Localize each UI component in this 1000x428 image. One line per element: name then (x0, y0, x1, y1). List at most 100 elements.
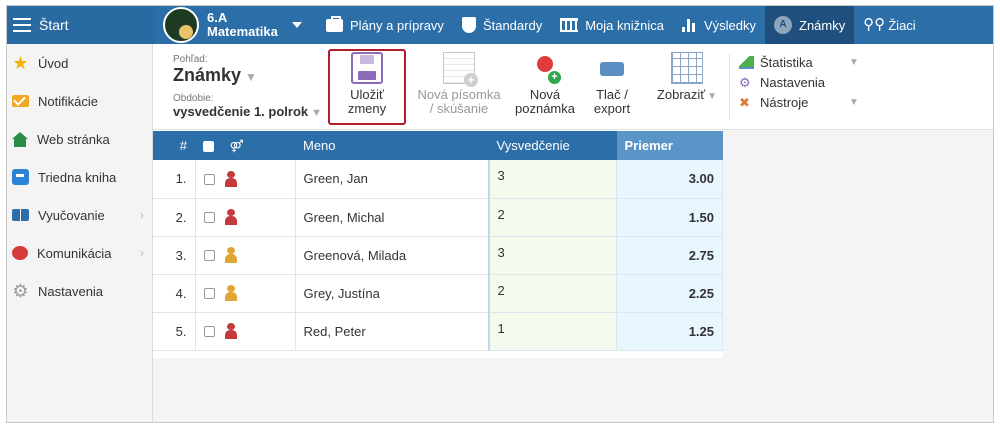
column-header-report[interactable]: Vysvedčenie (488, 131, 617, 160)
column-header-average[interactable]: Priemer (616, 131, 723, 160)
app-window: Štart 6.A Matematika Plány a prípravy Št… (6, 5, 994, 423)
sidebar-item-intro[interactable]: ★ Úvod (7, 44, 152, 82)
chevron-down-icon: ▼ (849, 56, 859, 68)
view-dropdown[interactable]: Známky ▼ (173, 65, 323, 87)
chat-icon (12, 246, 28, 260)
mail-icon (12, 95, 29, 107)
pin-add-icon (529, 52, 561, 84)
male-student-icon (224, 171, 237, 188)
settings-menu[interactable]: ⚙ Nastavenia (739, 72, 859, 92)
class-selector[interactable]: 6.A Matematika (163, 6, 311, 44)
printer-icon (596, 52, 628, 85)
nav-label: Plány a prípravy (350, 17, 444, 33)
sidebar-item-label: Vyučovanie (38, 207, 105, 223)
floppy-disk-icon (351, 52, 383, 84)
sidebar-item-communication[interactable]: Komunikácia › (7, 234, 152, 272)
new-test-label-line2: / skúšanie (429, 101, 489, 116)
new-sheet-icon (443, 52, 478, 87)
student-name[interactable]: Green, Michal (295, 198, 489, 237)
sidebar-item-settings[interactable]: ⚙ Nastavenia (7, 272, 152, 310)
student-name[interactable]: Grey, Justína (295, 274, 489, 313)
grade-cell[interactable]: 1 (487, 312, 617, 351)
row-checkbox[interactable] (203, 325, 215, 337)
column-header-name[interactable]: Meno (295, 131, 489, 160)
top-navigation-bar: Štart 6.A Matematika Plány a prípravy Št… (7, 6, 993, 44)
grade-cell[interactable]: 3 (487, 236, 617, 275)
nav-grades[interactable]: A Známky (765, 6, 855, 44)
print-label-line1: Tlač / (596, 87, 628, 102)
statistics-icon (739, 55, 754, 69)
nav-label: Výsledky (703, 17, 756, 33)
period-label: Obdobie: (173, 93, 214, 104)
row-checkbox[interactable] (203, 249, 215, 261)
gear-icon: ⚙ (12, 281, 29, 301)
grade-cell[interactable]: 2 (487, 198, 617, 237)
start-label: Štart (39, 17, 69, 33)
new-note-button[interactable]: Nová poznámka (511, 52, 579, 122)
student-name[interactable]: Greenová, Milada (295, 236, 489, 275)
library-icon (560, 18, 579, 32)
sidebar-item-label: Web stránka (37, 131, 110, 147)
tools-menu[interactable]: ✖ Nástroje ▼ (739, 92, 859, 112)
table-row: 2. Green, Michal 2 1.50 (153, 198, 723, 237)
class-subject: Matematika (207, 24, 278, 39)
save-changes-button[interactable]: Uložiť zmeny (339, 52, 395, 122)
sidebar-item-class-book[interactable]: Triedna kniha (7, 158, 152, 196)
statistics-label: Štatistika (760, 54, 813, 70)
male-student-icon (224, 323, 237, 340)
students-icon: ⚲⚲ (863, 16, 886, 33)
view-selector: Pohľad: Známky ▼ Obdobie: vysvedčenie 1. … (173, 54, 323, 121)
grade-icon: A (774, 16, 792, 34)
row-number: 1. (153, 160, 196, 199)
row-checkbox[interactable] (203, 173, 215, 185)
empty-bottom-area (153, 358, 993, 422)
nav-students[interactable]: ⚲⚲ Žiaci (854, 6, 924, 44)
nav-plans[interactable]: Plány a prípravy (317, 6, 453, 44)
settings-label: Nastavenia (760, 74, 826, 90)
female-student-icon (224, 247, 237, 264)
nav-library[interactable]: Moja knižnica (551, 6, 673, 44)
select-all-checkbox[interactable] (203, 141, 214, 153)
row-number: 5. (153, 312, 196, 351)
new-test-button[interactable]: Nová písomka / skúšanie (415, 52, 503, 122)
start-menu-button[interactable]: Štart (7, 6, 155, 44)
nav-standards[interactable]: Štandardy (453, 6, 551, 44)
tools-icon: ✖ (739, 94, 750, 110)
row-number: 3. (153, 236, 196, 275)
student-name[interactable]: Red, Peter (295, 312, 489, 351)
chevron-down-icon: ▼ (311, 107, 323, 119)
new-note-label-line1: Nová (529, 87, 561, 102)
view-label: Pohľad: (173, 54, 208, 65)
row-number: 4. (153, 274, 196, 313)
gender-icon: ⚤ (229, 139, 244, 153)
sidebar-item-teaching[interactable]: Vyučovanie › (7, 196, 152, 234)
nav-results[interactable]: Výsledky (673, 6, 765, 44)
print-export-button[interactable]: Tlač / export (585, 52, 639, 122)
sidebar-item-label: Triedna kniha (38, 169, 117, 185)
toolbar-divider (729, 54, 730, 120)
column-header-select: ⚤ (195, 131, 295, 160)
grid-settings-icon (671, 52, 703, 84)
sidebar-item-website[interactable]: Web stránka (7, 120, 152, 158)
view-value: Známky (173, 65, 242, 85)
chevron-right-icon: › (140, 208, 144, 222)
period-dropdown[interactable]: vysvedčenie 1. polrok ▼ (173, 104, 323, 121)
print-label-line2: export (593, 101, 631, 116)
table-row: 3. Greenová, Milada 3 2.75 (153, 236, 723, 275)
table-row: 5. Red, Peter 1 1.25 (153, 312, 723, 351)
tools-label: Nástroje (760, 94, 809, 110)
briefcase-icon (326, 15, 343, 32)
sidebar-item-notifications[interactable]: Notifikácie (7, 82, 152, 120)
home-icon (12, 131, 28, 147)
average-cell: 2.25 (616, 274, 723, 313)
grade-cell[interactable]: 3 (487, 160, 617, 199)
average-cell: 3.00 (616, 160, 723, 199)
row-checkbox[interactable] (203, 211, 215, 223)
toolbar: Pohľad: Známky ▼ Obdobie: vysvedčenie 1. … (153, 44, 993, 130)
grade-cell[interactable]: 2 (487, 274, 617, 313)
new-note-label-line2: poznámka (515, 101, 575, 116)
student-name[interactable]: Green, Jan (295, 160, 489, 199)
statistics-menu[interactable]: Štatistika ▼ (739, 52, 859, 72)
show-dropdown-button[interactable]: Zobraziť ▼ (653, 52, 721, 122)
row-checkbox[interactable] (203, 287, 215, 299)
